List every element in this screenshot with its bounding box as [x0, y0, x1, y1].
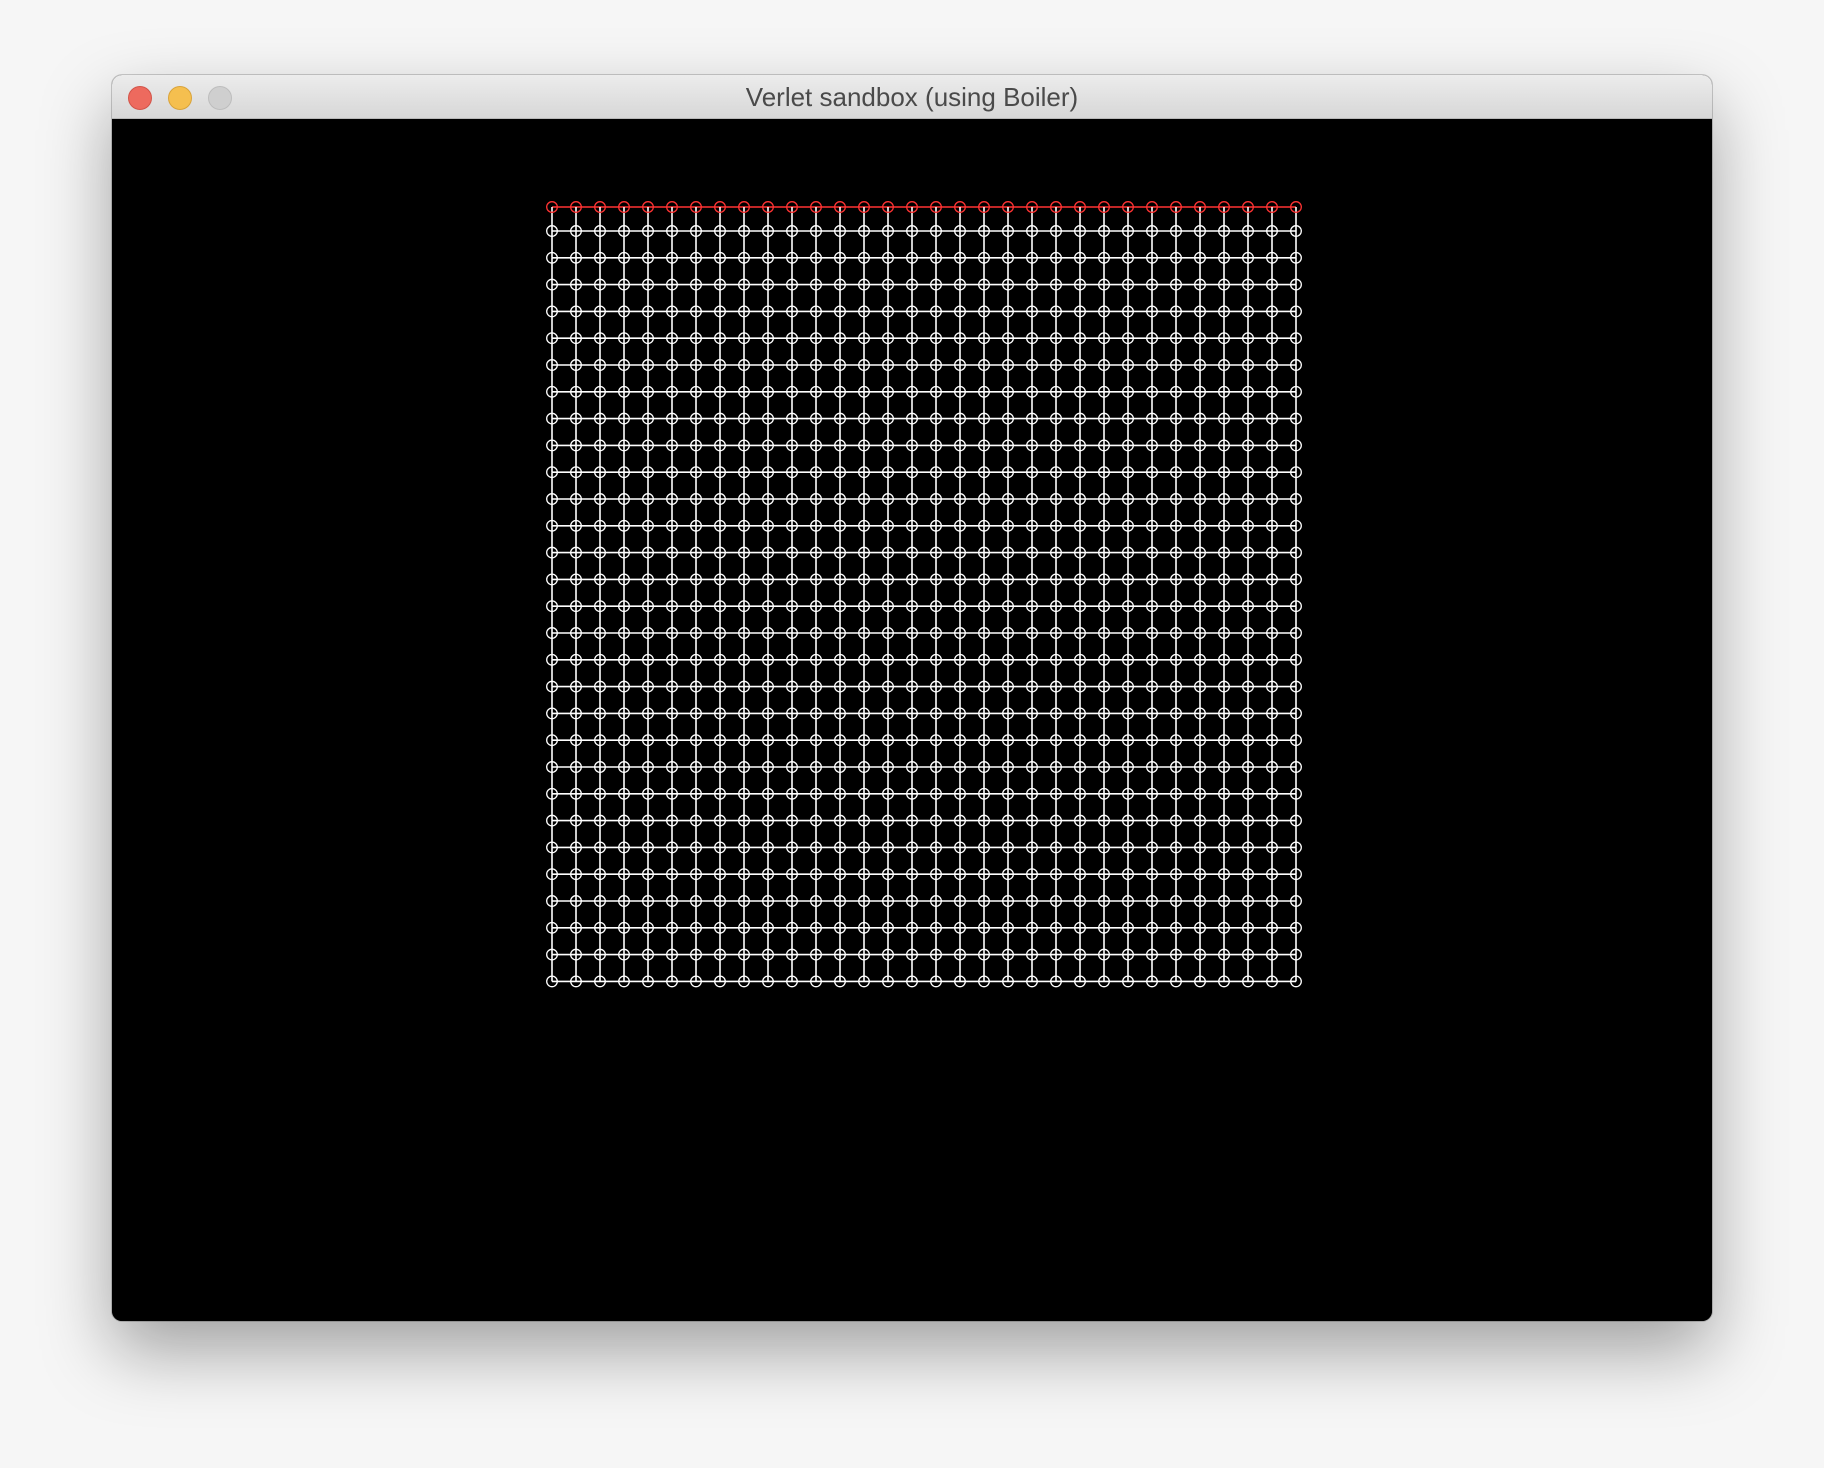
cloth-particles[interactable]: [546, 201, 1302, 988]
window-title: Verlet sandbox (using Boiler): [745, 82, 1079, 112]
app-window: Verlet sandbox (using Boiler): [112, 75, 1712, 1321]
cloth-constraints: [551, 206, 1297, 983]
cloth-mesh[interactable]: [112, 119, 1712, 1321]
title-bar[interactable]: Verlet sandbox (using Boiler): [112, 75, 1712, 119]
simulation-canvas[interactable]: [112, 119, 1712, 1321]
